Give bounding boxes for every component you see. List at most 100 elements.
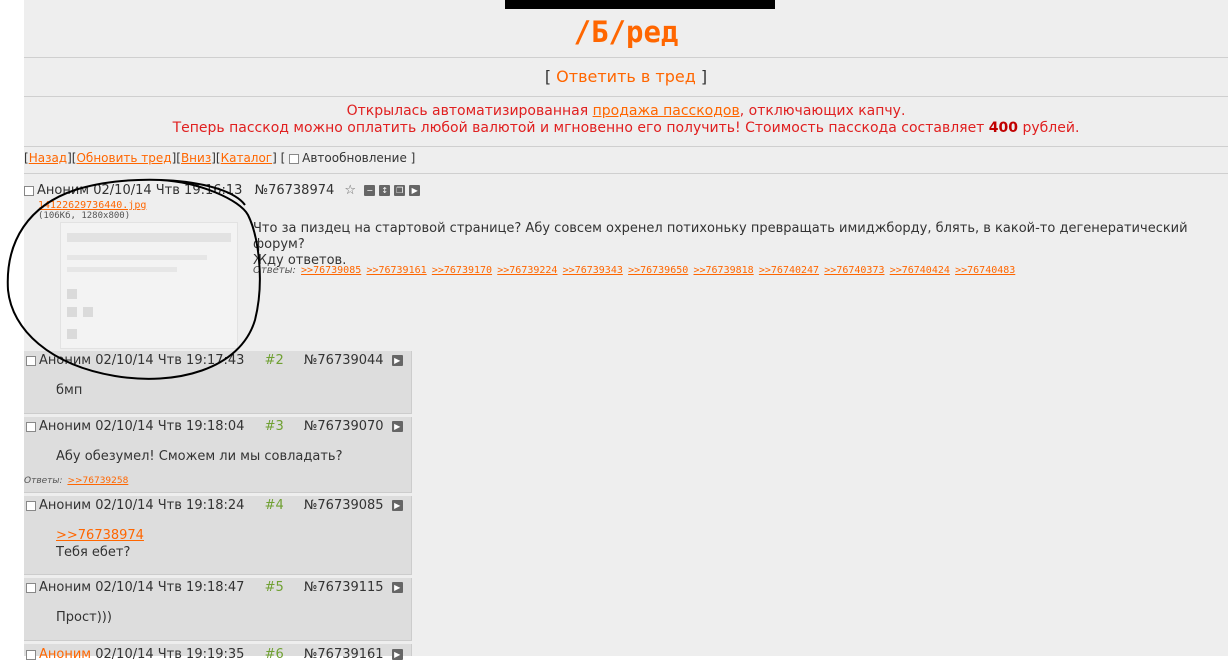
replies-label: Ответы: <box>24 476 63 486</box>
post-datetime: 02/10/14 Чтв 19:18:47 <box>95 580 245 595</box>
announcement-text: Теперь пасскод можно оплатить любой валю… <box>172 120 989 136</box>
post-datetime: 02/10/14 Чтв 19:17:43 <box>95 353 245 368</box>
nav-catalog-link[interactable]: Каталог <box>221 151 273 165</box>
poster-name: Аноним <box>39 498 92 513</box>
nav-down-link[interactable]: Вниз <box>181 151 211 165</box>
thread-nav: [Назад][Обновить тред][Вниз][Каталог] [ … <box>24 151 416 165</box>
op-file-link[interactable]: 14122629736440.jpg <box>38 200 146 211</box>
autoupdate-checkbox[interactable] <box>289 153 300 164</box>
announcement-text: рублей. <box>1018 120 1080 136</box>
reply-text-line: Тебя ебет? <box>56 545 131 560</box>
reply-to-thread-link[interactable]: Ответить в тред <box>556 67 696 86</box>
reply-post-header: Аноним 02/10/14 Чтв 19:19:35 #6 №7673916… <box>26 647 403 662</box>
reply-link[interactable]: >>76739258 <box>67 476 128 486</box>
nav-refresh-link[interactable]: Обновить тред <box>76 151 171 165</box>
post-select-checkbox[interactable] <box>26 355 36 366</box>
top-banner-bar <box>505 0 775 9</box>
play-icon[interactable]: ▶ <box>391 649 403 660</box>
thumb-content <box>67 329 77 339</box>
post-number[interactable]: №76738974 <box>255 183 335 198</box>
nav-back-link[interactable]: Назад <box>29 151 67 165</box>
hide-icon[interactable]: − <box>364 185 376 196</box>
post-datetime: 02/10/14 Чтв 19:18:24 <box>95 498 245 513</box>
quote-link[interactable]: >>76738974 <box>56 528 144 543</box>
divider <box>24 146 1228 147</box>
post-replies: Ответы: >>76739258 <box>24 476 128 486</box>
reply-post: Аноним 02/10/14 Чтв 19:17:43 #2 №7673904… <box>24 351 412 414</box>
post-number[interactable]: №76739115 <box>304 580 384 595</box>
poster-name: Аноним <box>39 647 92 662</box>
thumb-content <box>83 307 93 317</box>
page: /Б/ред [ Ответить в тред ] Открылась авт… <box>24 0 1228 662</box>
reply-post-text: Прост))) <box>56 610 112 625</box>
reply-link[interactable]: >>76740424 <box>890 265 950 276</box>
op-replies: Ответы: >>76739085 >>76739161 >>76739170… <box>253 265 1015 276</box>
expand-icon[interactable]: ↕ <box>379 185 391 196</box>
poster-name: Аноним <box>39 353 92 368</box>
announcement-line-1: Открылась автоматизированная продажа пас… <box>24 103 1228 120</box>
post-number[interactable]: №76739044 <box>304 353 384 368</box>
thumb-content <box>67 289 77 299</box>
autoupdate-label: Автообновление <box>302 151 407 165</box>
reply-link[interactable]: >>76740247 <box>759 265 819 276</box>
reply-post-text: >>76738974 Тебя ебет? <box>56 527 144 561</box>
post-index: #4 <box>264 498 284 513</box>
op-post-header: Аноним 02/10/14 Чтв 19:16:13 №76738974 ☆… <box>24 183 421 198</box>
post-datetime: 02/10/14 Чтв 19:16:13 <box>93 183 243 198</box>
op-file-info: (106Кб, 1280x800) <box>38 211 131 221</box>
thumb-content <box>67 255 207 260</box>
post-select-checkbox[interactable] <box>26 500 36 511</box>
play-icon[interactable]: ▶ <box>391 500 403 511</box>
reply-link[interactable]: >>76740373 <box>824 265 884 276</box>
reply-post: Аноним 02/10/14 Чтв 19:19:35 #6 №7673916… <box>24 644 412 662</box>
divider <box>24 96 1228 97</box>
reply-post-header: Аноним 02/10/14 Чтв 19:18:47 #5 №7673911… <box>26 580 403 595</box>
passcode-price: 400 <box>988 120 1019 136</box>
post-index: #2 <box>264 353 284 368</box>
reply-link[interactable]: >>76739818 <box>693 265 753 276</box>
reply-post: Аноним 02/10/14 Чтв 19:18:24 #4 №7673908… <box>24 496 412 575</box>
poster-name: Аноним <box>39 580 92 595</box>
reply-link[interactable]: >>76739224 <box>497 265 557 276</box>
post-select-checkbox[interactable] <box>26 649 36 660</box>
bracket-close: ] <box>700 67 708 86</box>
play-icon[interactable]: ▶ <box>391 582 403 593</box>
post-datetime: 02/10/14 Чтв 19:19:35 <box>95 647 245 662</box>
report-icon[interactable]: ❐ <box>394 185 406 196</box>
post-index: #5 <box>264 580 284 595</box>
thumb-content <box>67 307 77 317</box>
reply-link[interactable]: >>76739161 <box>366 265 426 276</box>
reply-link[interactable]: >>76739170 <box>432 265 492 276</box>
post-number[interactable]: №76739085 <box>304 498 384 513</box>
reply-post-text: Абу обезумел! Сможем ли мы совладать? <box>56 449 343 464</box>
reply-link[interactable]: >>76739085 <box>301 265 361 276</box>
post-select-checkbox[interactable] <box>26 582 36 593</box>
op-image-thumbnail[interactable] <box>60 222 238 349</box>
post-number[interactable]: №76739070 <box>304 419 384 434</box>
reply-post-header: Аноним 02/10/14 Чтв 19:18:24 #4 №7673908… <box>26 498 403 513</box>
star-icon[interactable]: ☆ <box>344 183 356 198</box>
reply-link[interactable]: >>76739343 <box>563 265 623 276</box>
announcement-text: Открылась автоматизированная <box>346 103 593 119</box>
passcode-sale-link[interactable]: продажа пасскодов <box>593 103 740 119</box>
poster-name: Аноним <box>37 183 90 198</box>
announcement-text: , отключающих капчу. <box>739 103 906 119</box>
reply-post: Аноним 02/10/14 Чтв 19:18:47 #5 №7673911… <box>24 578 412 641</box>
reply-link[interactable]: >>76739650 <box>628 265 688 276</box>
play-icon[interactable]: ▶ <box>391 355 403 366</box>
op-select-checkbox[interactable] <box>24 185 34 196</box>
bracket-open: [ <box>544 67 552 86</box>
post-select-checkbox[interactable] <box>26 421 36 432</box>
play-icon[interactable]: ▶ <box>391 421 403 432</box>
reply-post: Аноним 02/10/14 Чтв 19:18:04 #3 №7673907… <box>24 417 412 493</box>
board-title: /Б/ред <box>573 15 679 49</box>
play-icon[interactable]: ▶ <box>409 185 421 196</box>
thumb-content <box>67 267 177 272</box>
post-number[interactable]: №76739161 <box>304 647 384 662</box>
reply-link[interactable]: >>76740483 <box>955 265 1015 276</box>
post-index: #3 <box>264 419 284 434</box>
post-datetime: 02/10/14 Чтв 19:18:04 <box>95 419 245 434</box>
reply-post-text: бмп <box>56 383 83 398</box>
reply-to-thread: [ Ответить в тред ] <box>24 67 1228 86</box>
thumb-content <box>67 233 231 242</box>
